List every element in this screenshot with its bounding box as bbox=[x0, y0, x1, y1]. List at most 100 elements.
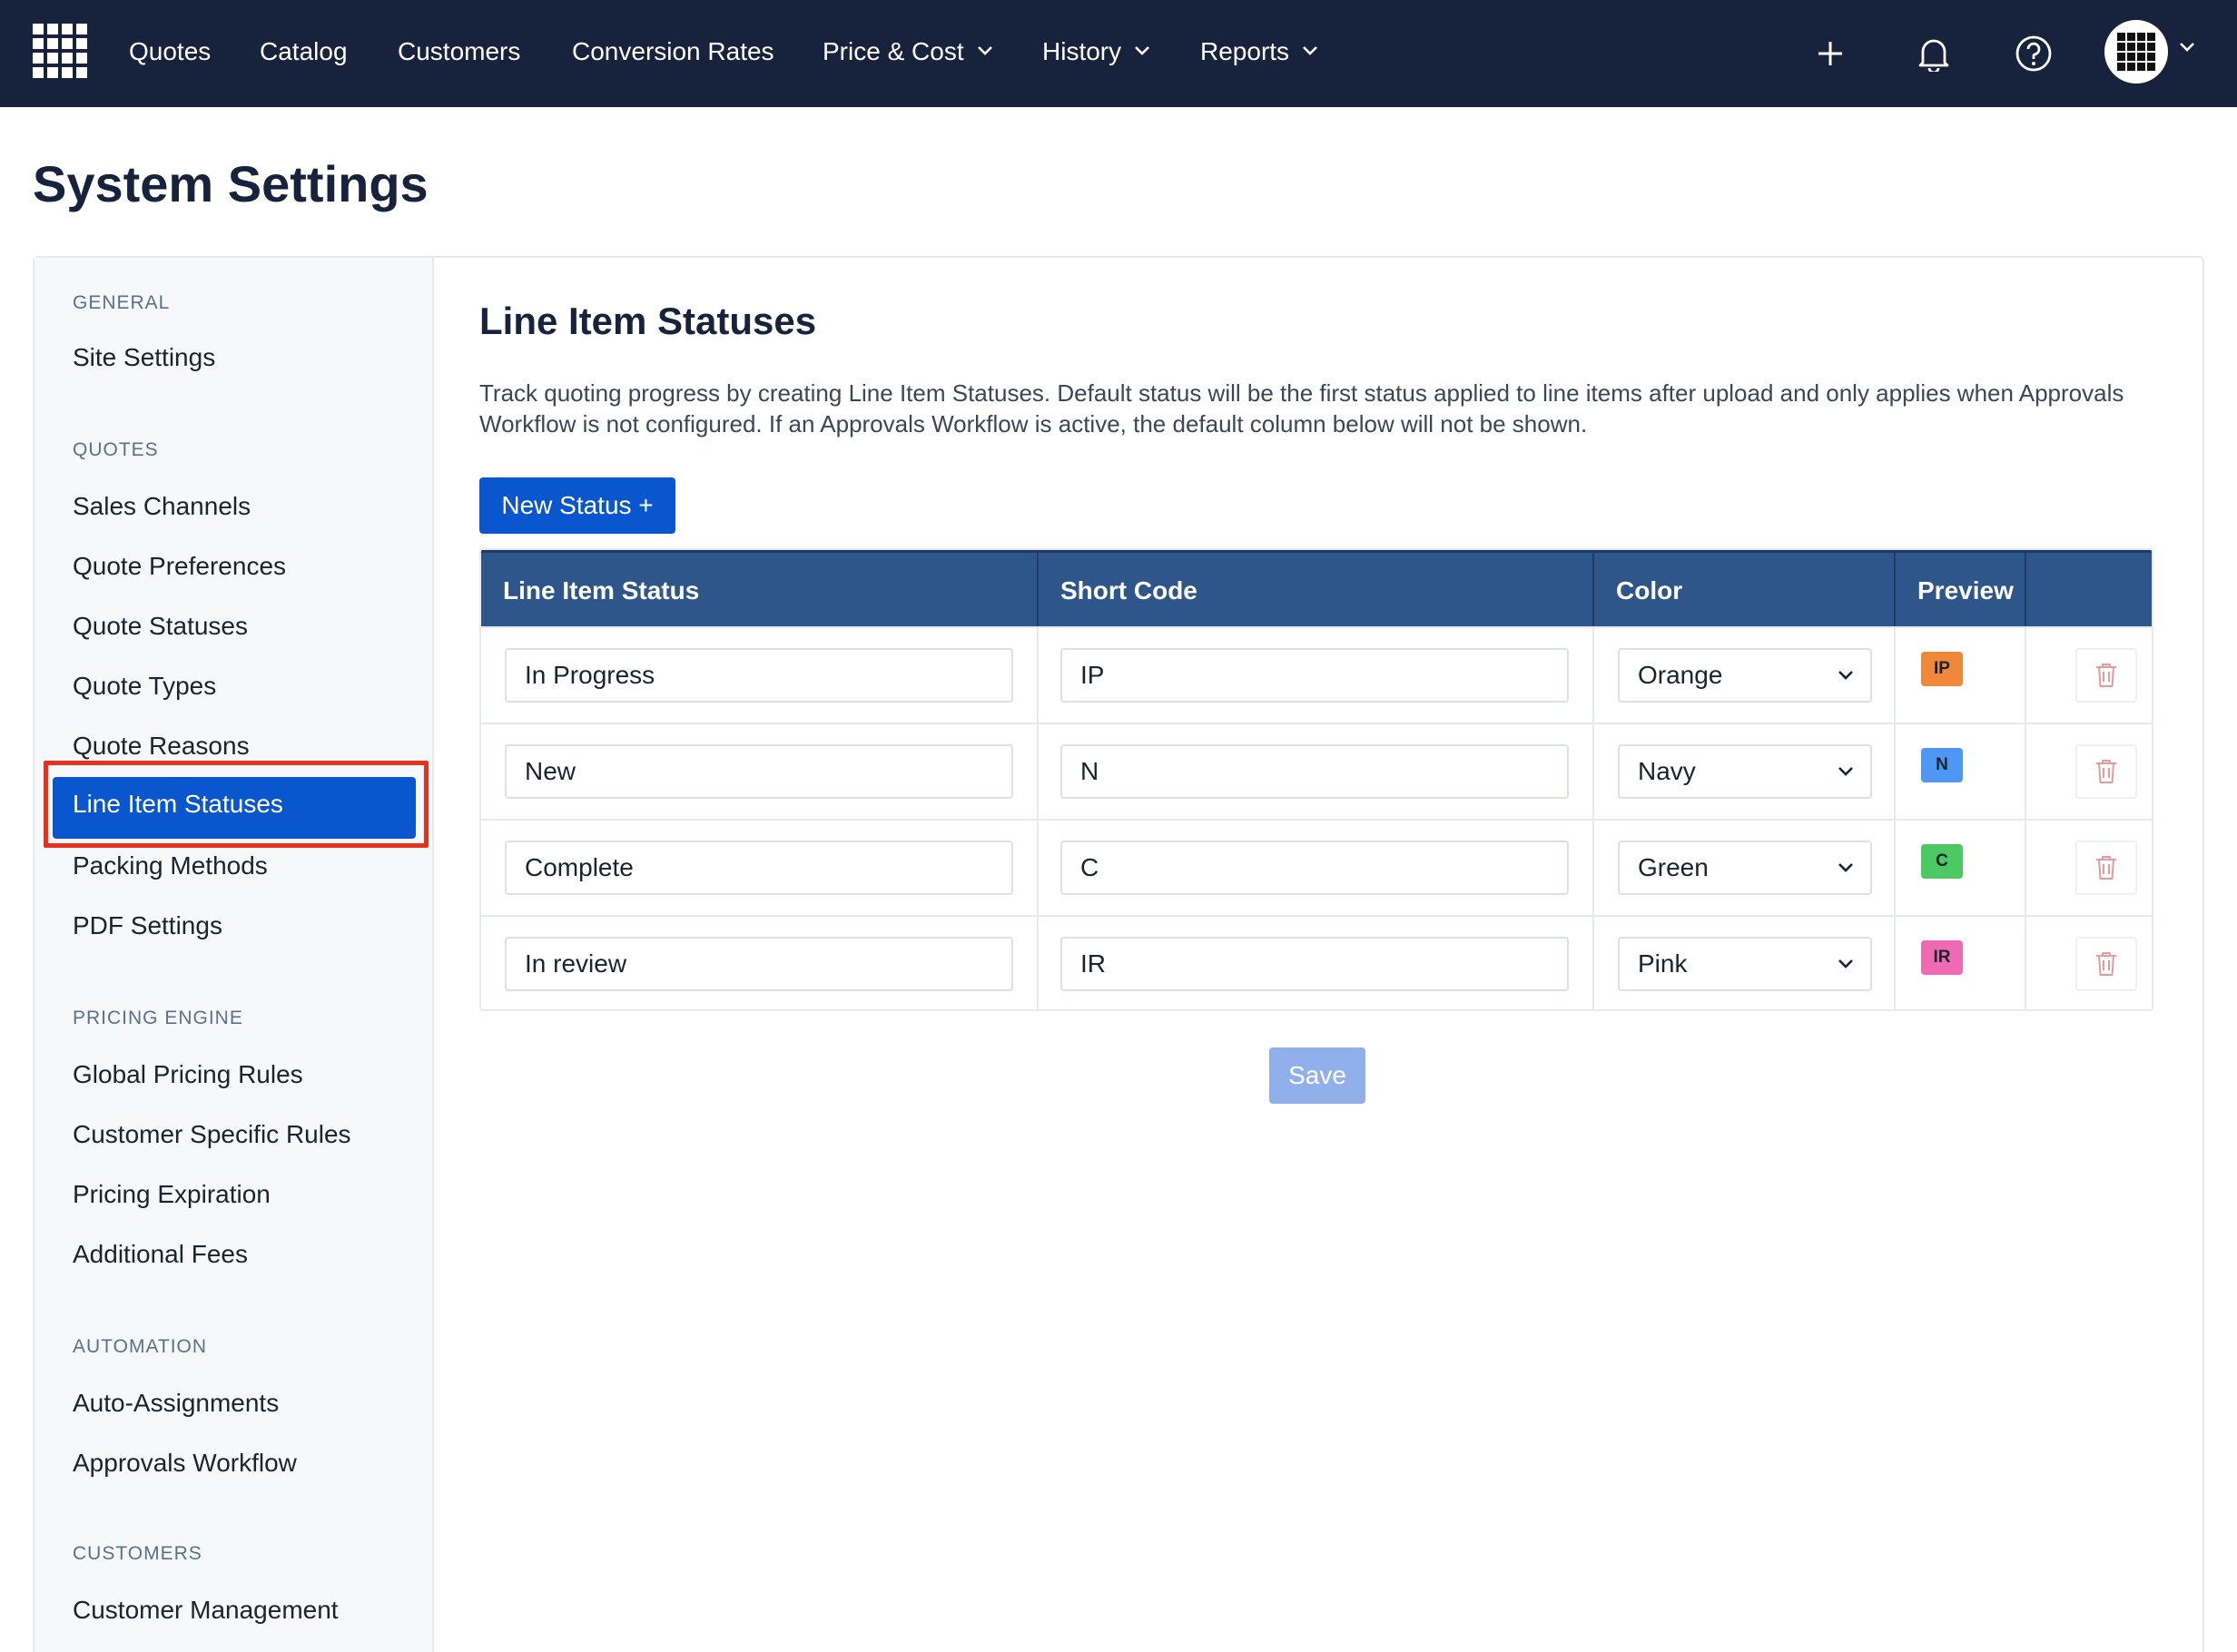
chevron-down-icon bbox=[1303, 45, 1317, 55]
sidebar-item-auto-assignments[interactable]: Auto-Assignments bbox=[73, 1389, 279, 1418]
user-avatar[interactable] bbox=[2104, 20, 2168, 84]
nav-price-cost[interactable]: Price & Cost bbox=[823, 0, 993, 107]
nav-conversion-rates[interactable]: Conversion Rates bbox=[572, 0, 774, 107]
status-preview-badge: IR bbox=[1921, 940, 1963, 975]
header-color: Color bbox=[1592, 553, 1894, 629]
trash-icon bbox=[2096, 664, 2116, 687]
nav-catalog-label: Catalog bbox=[260, 37, 348, 65]
status-name-input[interactable] bbox=[505, 744, 1013, 799]
chevron-down-icon[interactable] bbox=[2179, 42, 2195, 53]
header-actions bbox=[2025, 553, 2152, 629]
help-icon[interactable] bbox=[2014, 0, 2054, 107]
sidebar-item-pricing-expiration[interactable]: Pricing Expiration bbox=[73, 1180, 271, 1209]
bell-icon[interactable] bbox=[1914, 0, 1954, 107]
trash-icon bbox=[2096, 856, 2116, 880]
sidebar-section-automation: AUTOMATION bbox=[73, 1336, 208, 1357]
trash-icon bbox=[2096, 952, 2116, 976]
avatar-grid-icon bbox=[2117, 33, 2155, 71]
delete-row-button[interactable] bbox=[2075, 841, 2137, 895]
table-header: Line Item Status Short Code Color Previe… bbox=[481, 550, 2152, 629]
plus-icon[interactable] bbox=[1812, 0, 1848, 107]
settings-sidebar: GENERAL Site Settings QUOTES Sales Chann… bbox=[34, 258, 434, 1652]
sidebar-item-customer-management[interactable]: Customer Management bbox=[73, 1596, 339, 1625]
header-line-item-status: Line Item Status bbox=[503, 576, 700, 605]
nav-history[interactable]: History bbox=[1042, 0, 1150, 107]
sidebar-section-pricing-engine: PRICING ENGINE bbox=[73, 1008, 243, 1028]
sidebar-item-sales-channels[interactable]: Sales Channels bbox=[73, 492, 251, 521]
section-title: Line Item Statuses bbox=[479, 300, 817, 342]
color-select-value: Green bbox=[1638, 853, 1709, 881]
status-name-input[interactable] bbox=[505, 648, 1013, 703]
sidebar-item-customer-specific-rules[interactable]: Customer Specific Rules bbox=[73, 1120, 351, 1149]
header-preview: Preview bbox=[1894, 553, 2025, 629]
sidebar-item-quote-reasons[interactable]: Quote Reasons bbox=[73, 732, 250, 761]
header-short-code: Short Code bbox=[1037, 553, 1592, 629]
column-divider bbox=[2025, 626, 2026, 1009]
nav-customers[interactable]: Customers bbox=[398, 0, 520, 107]
short-code-input[interactable] bbox=[1060, 841, 1569, 895]
chevron-down-icon bbox=[1135, 45, 1150, 55]
nav-catalog[interactable]: Catalog bbox=[260, 0, 348, 107]
delete-row-button[interactable] bbox=[2075, 648, 2137, 703]
chevron-down-icon bbox=[1838, 959, 1853, 969]
color-select[interactable]: Green bbox=[1618, 841, 1872, 895]
sidebar-item-packing-methods[interactable]: Packing Methods bbox=[73, 851, 268, 880]
app-logo-grid-icon[interactable] bbox=[29, 20, 94, 85]
section-description: Track quoting progress by creating Line … bbox=[479, 379, 2124, 438]
delete-row-button[interactable] bbox=[2075, 937, 2137, 991]
status-preview-badge: IP bbox=[1921, 652, 1963, 686]
status-name-input[interactable] bbox=[505, 937, 1013, 991]
sidebar-item-global-pricing-rules[interactable]: Global Pricing Rules bbox=[73, 1060, 303, 1089]
line-item-status-table: Line Item Status Short Code Color Previe… bbox=[479, 548, 2153, 1011]
sidebar-item-label: Line Item Statuses bbox=[73, 790, 283, 818]
sidebar-section-quotes: QUOTES bbox=[73, 439, 159, 460]
save-button[interactable]: Save bbox=[1269, 1047, 1365, 1104]
sidebar-item-additional-fees[interactable]: Additional Fees bbox=[73, 1240, 248, 1269]
column-divider bbox=[1037, 626, 1039, 1009]
new-status-button[interactable]: New Status + bbox=[479, 477, 675, 534]
column-divider bbox=[1894, 626, 1896, 1009]
nav-price-cost-label: Price & Cost bbox=[823, 37, 964, 65]
table-row: Navy N bbox=[481, 723, 2152, 819]
sidebar-item-quote-statuses[interactable]: Quote Statuses bbox=[73, 612, 248, 641]
nav-customers-label: Customers bbox=[398, 37, 521, 65]
short-code-input[interactable] bbox=[1060, 937, 1569, 991]
color-select-value: Navy bbox=[1638, 757, 1696, 785]
column-divider bbox=[1592, 626, 1594, 1009]
status-preview-badge: C bbox=[1921, 844, 1963, 879]
short-code-input[interactable] bbox=[1060, 648, 1569, 703]
delete-row-button[interactable] bbox=[2075, 744, 2137, 799]
nav-history-label: History bbox=[1042, 37, 1122, 65]
nav-reports-label: Reports bbox=[1200, 37, 1290, 65]
nav-quotes[interactable]: Quotes bbox=[129, 0, 211, 107]
color-select[interactable]: Orange bbox=[1618, 648, 1872, 703]
color-select-value: Pink bbox=[1638, 949, 1688, 978]
chevron-down-icon bbox=[1838, 863, 1853, 872]
sidebar-item-site-settings[interactable]: Site Settings bbox=[73, 343, 215, 372]
page-title: System Settings bbox=[33, 155, 429, 212]
sidebar-item-approvals-workflow[interactable]: Approvals Workflow bbox=[73, 1449, 297, 1478]
top-navigation-bar: Quotes Catalog Customers Conversion Rate… bbox=[0, 0, 2237, 107]
short-code-input[interactable] bbox=[1060, 744, 1569, 799]
sidebar-item-quote-types[interactable]: Quote Types bbox=[73, 672, 216, 701]
table-row: Pink IR bbox=[481, 915, 2152, 1009]
chevron-down-icon bbox=[1838, 671, 1853, 680]
nav-reports[interactable]: Reports bbox=[1200, 0, 1318, 107]
color-select[interactable]: Pink bbox=[1618, 937, 1872, 991]
sidebar-item-pdf-settings[interactable]: PDF Settings bbox=[73, 911, 222, 940]
chevron-down-icon bbox=[977, 45, 992, 55]
status-preview-badge: N bbox=[1921, 748, 1963, 782]
color-select-value: Orange bbox=[1638, 661, 1723, 689]
color-select[interactable]: Navy bbox=[1618, 744, 1872, 799]
sidebar-section-customers: CUSTOMERS bbox=[73, 1543, 202, 1564]
table-row: Green C bbox=[481, 819, 2152, 915]
sidebar-item-line-item-statuses[interactable]: Line Item Statuses bbox=[53, 777, 416, 839]
table-row: Orange IP bbox=[481, 626, 2152, 723]
nav-quotes-label: Quotes bbox=[129, 37, 212, 65]
trash-icon bbox=[2096, 760, 2116, 783]
sidebar-section-general: GENERAL bbox=[73, 292, 171, 313]
nav-conversion-rates-label: Conversion Rates bbox=[572, 37, 774, 65]
status-name-input[interactable] bbox=[505, 841, 1013, 895]
sidebar-item-quote-preferences[interactable]: Quote Preferences bbox=[73, 552, 286, 581]
chevron-down-icon bbox=[1838, 767, 1853, 776]
